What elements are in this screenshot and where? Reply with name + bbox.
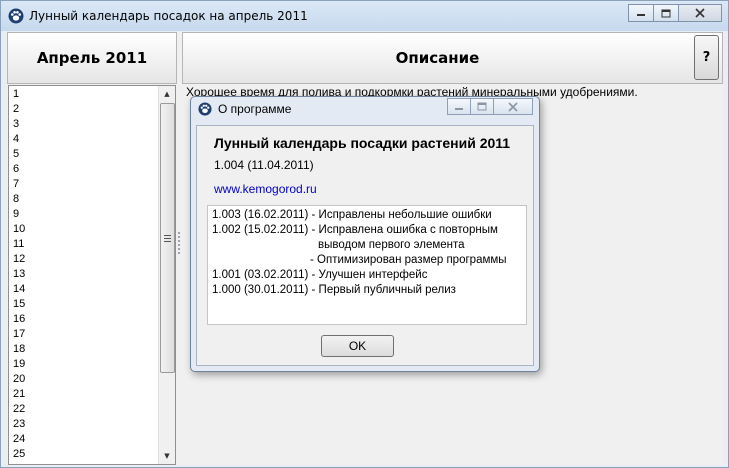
- day-list-item[interactable]: 13: [13, 267, 25, 282]
- title-bar: Лунный календарь посадок на апрель 2011: [1, 1, 728, 31]
- day-list-item[interactable]: 12: [13, 252, 25, 267]
- program-name: Лунный календарь посадки растений 2011: [214, 135, 511, 151]
- description-header: Описание ?: [182, 32, 723, 84]
- minimize-icon: [637, 14, 645, 16]
- day-list-item[interactable]: 1: [13, 87, 25, 102]
- day-list[interactable]: 1 2 3 4 5 6 7 8 9 10 11 12 13 14 15 16 17 18 19 20 21 22 23 24 2…: [8, 85, 176, 465]
- maximize-icon: [477, 102, 487, 111]
- history-line: 1.002 (15.02.2011) - Исправлена ошибка с…: [212, 224, 498, 236]
- day-list-item[interactable]: 4: [13, 132, 25, 147]
- day-list-item[interactable]: 9: [13, 207, 25, 222]
- maximize-icon: [661, 9, 671, 17]
- about-dialog: О программе Лунный календарь посадки рас…: [190, 96, 540, 372]
- history-line: 1.003 (16.02.2011) - Исправлены небольши…: [212, 209, 492, 221]
- ok-button[interactable]: OK: [321, 335, 394, 357]
- day-list-item[interactable]: 16: [13, 312, 25, 327]
- day-list-item[interactable]: 22: [13, 402, 25, 417]
- window-title: Лунный календарь посадок на апрель 2011: [29, 9, 308, 23]
- dialog-close-button[interactable]: [493, 98, 533, 115]
- program-version: 1.004 (11.04.2011): [214, 158, 314, 172]
- version-history[interactable]: 1.003 (16.02.2011) - Исправлены небольши…: [207, 205, 527, 325]
- scroll-down-icon[interactable]: ▼: [159, 448, 175, 464]
- dialog-title: О программе: [218, 102, 292, 116]
- day-items: 1 2 3 4 5 6 7 8 9 10 11 12 13 14 15 16 17 18 19 20 21 22 23 24 2…: [13, 87, 25, 462]
- dialog-minimize-button[interactable]: [447, 98, 471, 115]
- dialog-controls: [447, 98, 533, 115]
- day-list-item[interactable]: 20: [13, 372, 25, 387]
- website-link[interactable]: www.kemogorod.ru: [214, 182, 317, 196]
- scroll-thumb[interactable]: [160, 103, 175, 373]
- day-list-item[interactable]: 2: [13, 102, 25, 117]
- dialog-maximize-button[interactable]: [470, 98, 494, 115]
- day-list-item[interactable]: 5: [13, 147, 25, 162]
- day-list-item[interactable]: 18: [13, 342, 25, 357]
- day-list-item[interactable]: 10: [13, 222, 25, 237]
- minimize-button[interactable]: [628, 4, 654, 22]
- paw-icon: [198, 102, 212, 116]
- history-line: выводом первого элемента: [318, 239, 465, 251]
- dialog-title-bar: О программе: [191, 97, 539, 121]
- close-button[interactable]: [678, 4, 722, 22]
- day-list-item[interactable]: 17: [13, 327, 25, 342]
- day-list-item[interactable]: 6: [13, 162, 25, 177]
- day-list-item[interactable]: 21: [13, 387, 25, 402]
- day-list-item[interactable]: 23: [13, 417, 25, 432]
- description-header-title: Описание: [395, 49, 480, 67]
- grip-icon: [164, 234, 171, 242]
- history-line: - Оптимизирован размер программы: [310, 254, 507, 266]
- dialog-body: Лунный календарь посадки растений 2011 1…: [196, 125, 534, 366]
- day-list-item[interactable]: 11: [13, 237, 25, 252]
- help-button[interactable]: ?: [694, 35, 719, 80]
- close-icon: [508, 101, 518, 112]
- day-list-item[interactable]: 8: [13, 192, 25, 207]
- day-list-item[interactable]: 15: [13, 297, 25, 312]
- day-list-item[interactable]: 14: [13, 282, 25, 297]
- day-list-item[interactable]: 3: [13, 117, 25, 132]
- day-list-item[interactable]: 24: [13, 432, 25, 447]
- month-header: Апрель 2011: [7, 32, 177, 84]
- close-icon: [695, 8, 705, 18]
- history-line: 1.001 (03.02.2011) - Улучшен интерфейс: [212, 269, 428, 281]
- history-line: 1.000 (30.01.2011) - Первый публичный ре…: [212, 284, 456, 296]
- splitter-handle[interactable]: [178, 232, 181, 254]
- maximize-button[interactable]: [653, 4, 679, 22]
- paw-icon: [8, 8, 24, 24]
- day-list-item[interactable]: 7: [13, 177, 25, 192]
- scroll-up-icon[interactable]: ▲: [159, 86, 175, 102]
- minimize-icon: [455, 107, 463, 110]
- window-controls: [628, 4, 722, 22]
- day-list-item[interactable]: 25: [13, 447, 25, 462]
- vertical-scrollbar[interactable]: ▲ ▼: [158, 86, 175, 464]
- day-list-item[interactable]: 19: [13, 357, 25, 372]
